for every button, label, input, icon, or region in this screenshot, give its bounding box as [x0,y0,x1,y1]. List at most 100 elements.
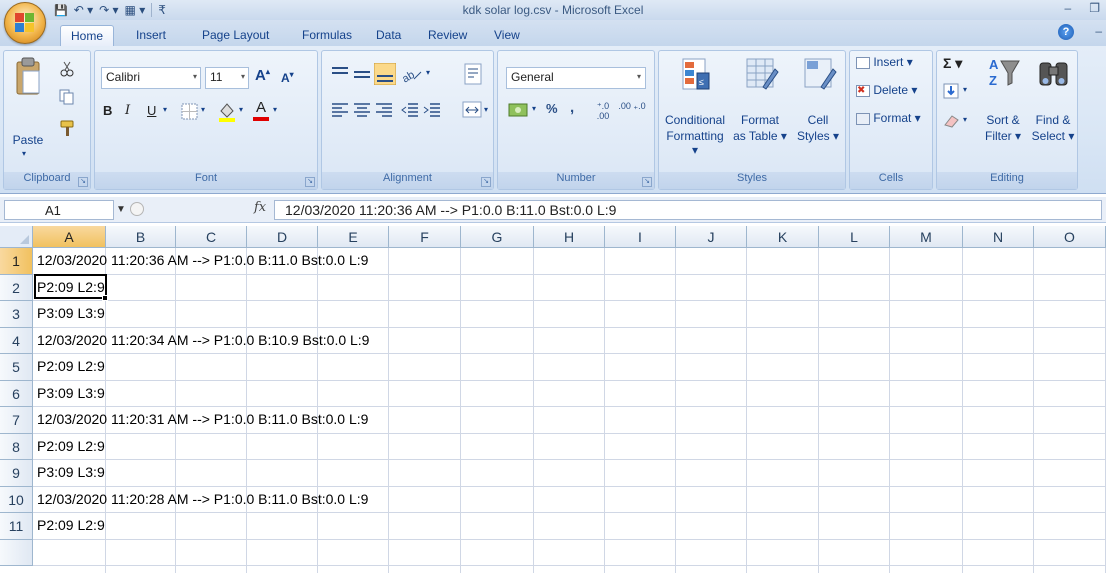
row-header-4[interactable]: 4 [0,327,33,354]
name-box[interactable]: A1 [4,200,114,220]
cell-a11[interactable]: P2:09 L2:9 [37,517,105,533]
decrease-indent-icon[interactable] [400,101,420,119]
column-header-e[interactable]: E [318,226,389,248]
font-color-dropdown-icon[interactable]: ▾ [273,105,277,114]
ribbon-minimize-icon[interactable]: – [1095,24,1102,38]
select-all-button[interactable] [0,226,33,248]
borders-dropdown-icon[interactable]: ▾ [201,105,205,114]
cell-a1[interactable]: 12/03/2020 11:20:36 AM --> P1:0.0 B:11.0… [37,252,368,268]
formula-bar-expand-icon[interactable] [130,202,144,216]
column-header-l[interactable]: L [819,226,890,248]
increase-indent-icon[interactable] [422,101,442,119]
clipboard-launcher-icon[interactable]: ↘ [78,177,88,187]
format-painter-icon[interactable] [59,119,77,137]
cell-a7[interactable]: 12/03/2020 11:20:31 AM --> P1:0.0 B:11.0… [37,411,368,427]
column-header-a[interactable]: A [33,226,106,248]
comma-button[interactable]: , [570,99,574,116]
format-cells-button[interactable]: Format ▾ [856,111,921,125]
row-header-8[interactable]: 8 [0,433,33,460]
column-header-b[interactable]: B [106,226,176,248]
font-name-select[interactable]: Calibri ▾ [101,67,201,89]
column-header-k[interactable]: K [747,226,819,248]
borders-icon[interactable] [181,103,199,121]
decrease-decimal-button[interactable]: .00 ₊.0 [618,101,646,111]
insert-function-icon[interactable]: fx [254,200,266,215]
active-cell-a1[interactable] [34,274,107,299]
underline-button[interactable]: U [147,103,156,118]
column-header-j[interactable]: J [676,226,747,248]
clear-icon[interactable] [943,113,961,129]
tab-insert[interactable]: Insert [126,25,176,46]
paste-button[interactable]: Paste ▾ [8,57,48,158]
fill-handle[interactable] [102,295,108,301]
font-launcher-icon[interactable]: ↘ [305,177,315,187]
fill-icon[interactable] [943,83,961,101]
insert-cells-button[interactable]: Insert ▾ [856,55,913,69]
column-header-o[interactable]: O [1034,226,1106,248]
cell-a5[interactable]: P2:09 L2:9 [37,358,105,374]
row-header-11[interactable]: 11 [0,513,33,540]
tab-review[interactable]: Review [418,25,477,46]
format-as-table-button[interactable]: Format as Table ▾ [729,55,791,163]
number-launcher-icon[interactable]: ↘ [642,177,652,187]
cell-a8[interactable]: P2:09 L2:9 [37,438,105,454]
column-header-c[interactable]: C [176,226,247,248]
cell-a6[interactable]: P3:09 L3:9 [37,385,105,401]
office-button[interactable] [4,2,46,44]
tab-page-layout[interactable]: Page Layout [192,25,279,46]
align-left-icon[interactable] [330,101,350,119]
currency-dropdown-icon[interactable]: ▾ [532,104,536,113]
currency-icon[interactable] [508,100,530,120]
align-right-icon[interactable] [374,101,394,119]
bold-button[interactable]: B [103,103,112,118]
formula-input[interactable]: 12/03/2020 11:20:36 AM --> P1:0.0 B:11.0… [274,200,1102,220]
restore-button[interactable]: ❐ [1089,1,1100,15]
number-format-select[interactable]: General ▾ [506,67,646,89]
fill-color-dropdown-icon[interactable]: ▾ [239,105,243,114]
fill-color-icon[interactable] [217,101,237,123]
copy-icon[interactable] [59,89,75,105]
row-header-6[interactable]: 6 [0,380,33,407]
help-icon[interactable]: ? [1058,24,1074,40]
minimize-button[interactable]: – [1065,1,1072,15]
align-center-icon[interactable] [352,101,372,119]
cell-a4[interactable]: 12/03/2020 11:20:34 AM --> P1:0.0 B:10.9… [37,332,369,348]
column-header-n[interactable]: N [963,226,1034,248]
delete-cells-button[interactable]: ✖ Delete ▾ [856,83,917,97]
column-header-m[interactable]: M [890,226,963,248]
fill-dropdown-icon[interactable]: ▾ [963,85,967,94]
column-header-f[interactable]: F [389,226,461,248]
clear-dropdown-icon[interactable]: ▾ [963,115,967,124]
row-header-5[interactable]: 5 [0,354,33,381]
column-header-i[interactable]: I [605,226,676,248]
row-header-9[interactable]: 9 [0,460,33,487]
row-header-12[interactable] [0,539,33,566]
increase-decimal-button[interactable]: ⁺.0 .00 [590,101,616,121]
orientation-icon[interactable]: ab [400,64,424,84]
align-middle-icon[interactable] [352,65,372,83]
paste-dropdown-icon[interactable]: ▾ [22,149,26,158]
column-header-g[interactable]: G [461,226,534,248]
row-header-7[interactable]: 7 [0,407,33,434]
percent-button[interactable]: % [546,101,558,116]
cell-a9[interactable]: P3:09 L3:9 [37,464,105,480]
row-header-3[interactable]: 3 [0,301,33,328]
tab-view[interactable]: View [484,25,530,46]
name-box-dropdown-icon[interactable]: ▼ [116,204,126,215]
wrap-text-icon[interactable] [464,63,486,87]
row-header-2[interactable]: 2 [0,274,33,301]
cell-a3[interactable]: P3:09 L3:9 [37,305,105,321]
shrink-font-icon[interactable]: A▾ [281,70,294,85]
tab-formulas[interactable]: Formulas [292,25,362,46]
alignment-launcher-icon[interactable]: ↘ [481,177,491,187]
cell-a10[interactable]: 12/03/2020 11:20:28 AM --> P1:0.0 B:11.0… [37,491,368,507]
grow-font-icon[interactable]: A▴ [255,67,270,84]
conditional-formatting-button[interactable]: ≤ Conditional Formatting ▾ [663,55,727,163]
align-bottom-icon[interactable] [374,63,396,85]
row-header-1[interactable]: 1 [0,248,33,275]
align-top-icon[interactable] [330,65,350,83]
tab-data[interactable]: Data [366,25,411,46]
find-select-button[interactable]: Find & Select ▾ [1029,55,1077,163]
font-color-icon[interactable]: A [253,99,269,121]
cell-styles-button[interactable]: Cell Styles ▾ [793,55,843,163]
